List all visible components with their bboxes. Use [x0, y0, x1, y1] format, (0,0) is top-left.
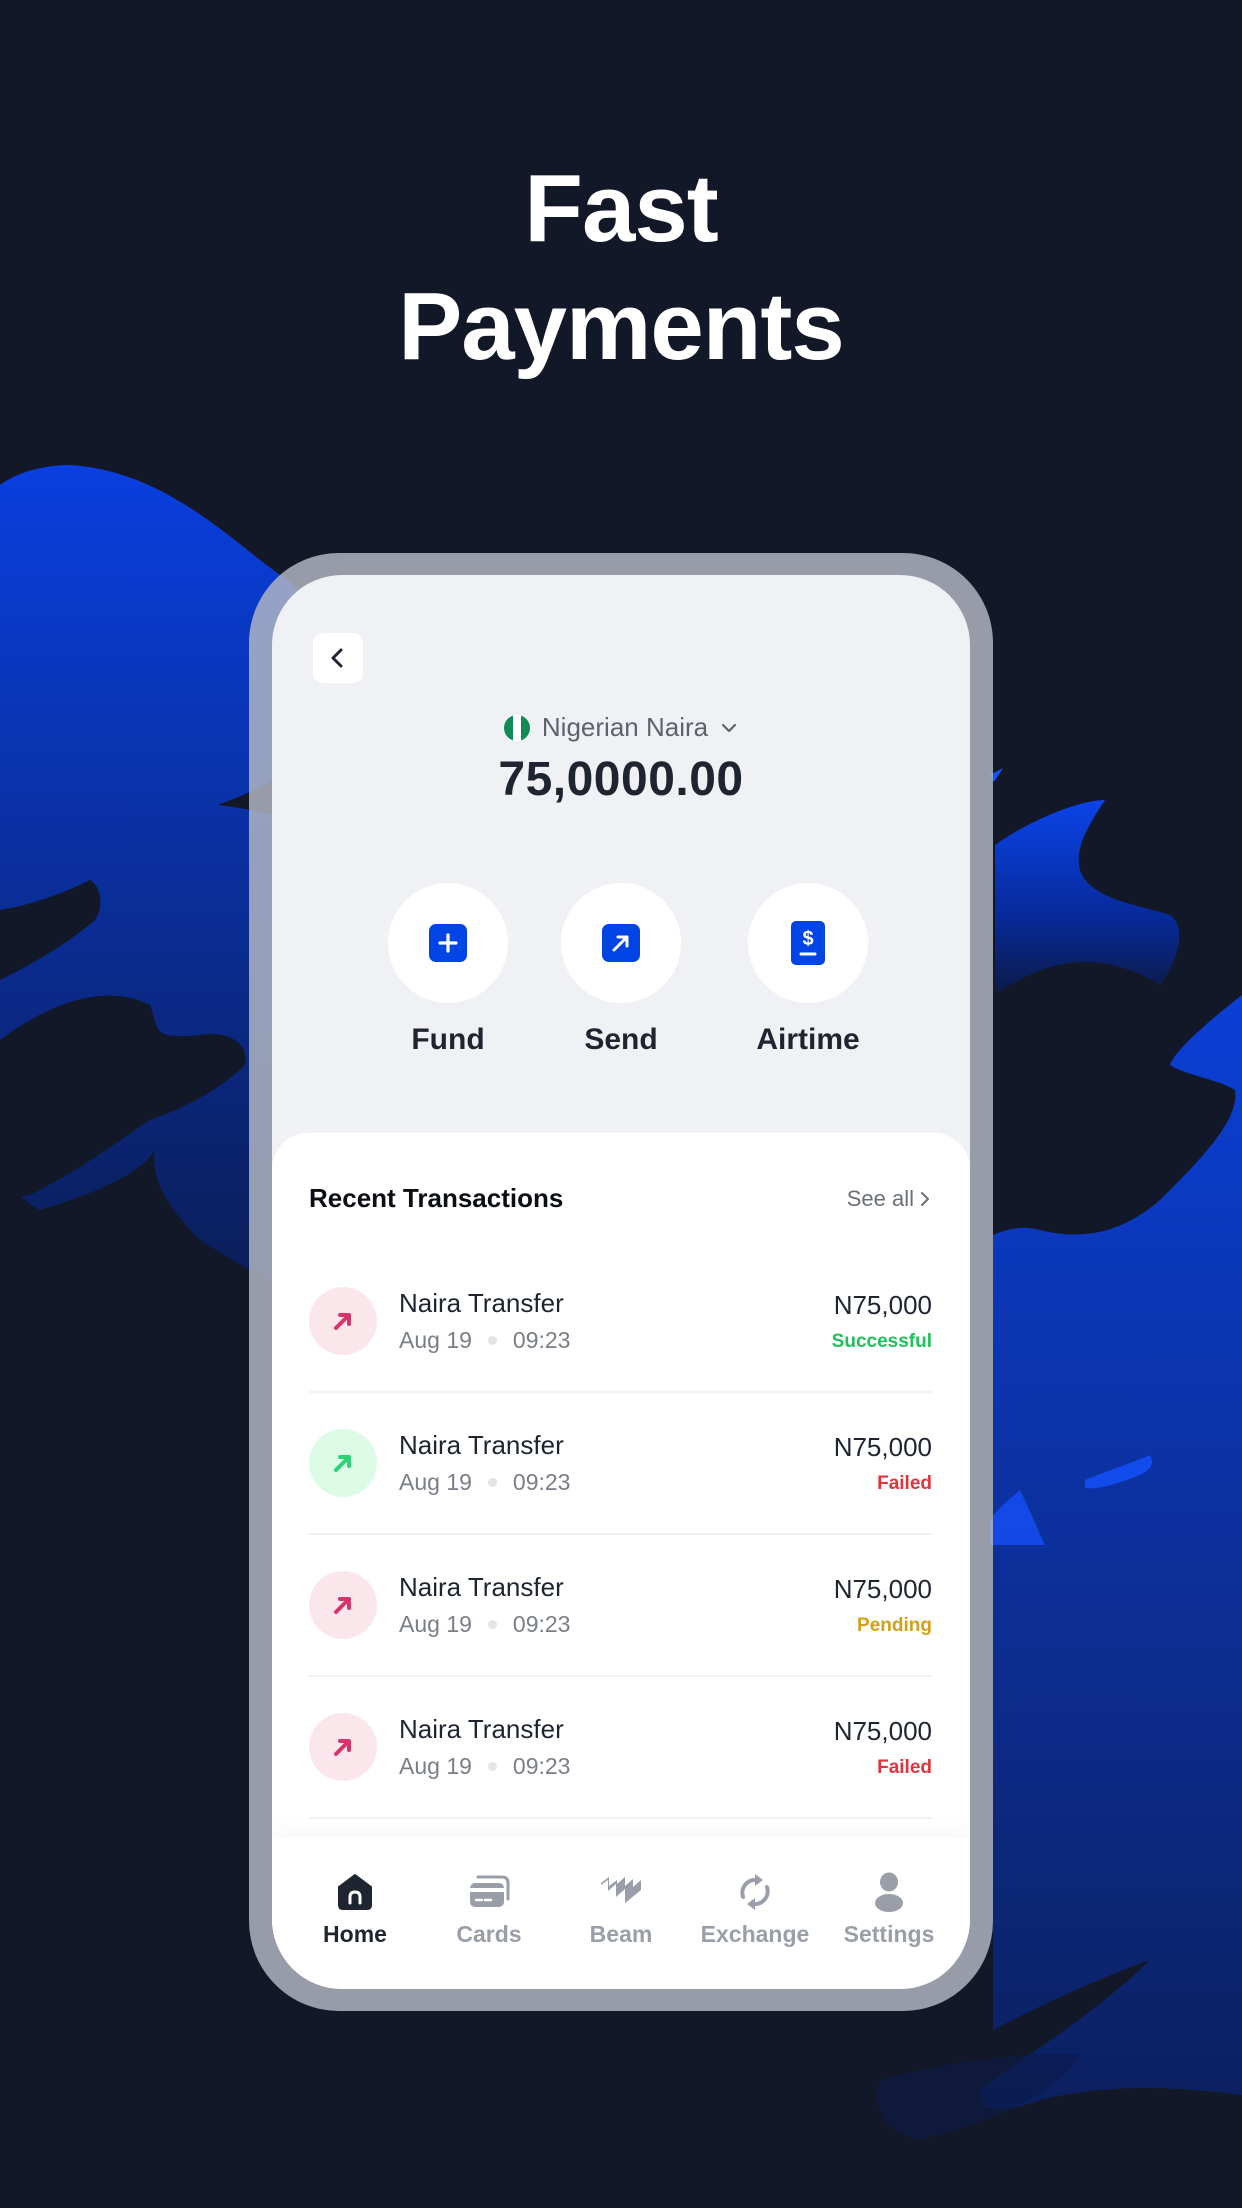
transaction-time: 09:23	[512, 1753, 571, 1779]
send-label: Send	[584, 1023, 658, 1056]
send-button[interactable]: Send	[551, 883, 691, 1057]
separator-dot	[487, 1620, 497, 1629]
separator-dot	[487, 1762, 497, 1771]
transaction-name: Naira Transfer	[399, 1572, 564, 1602]
transaction-meta: Aug 19 09:23	[399, 1753, 834, 1780]
cards-icon	[470, 1875, 510, 1907]
nav-cards[interactable]: Cards	[424, 1871, 554, 1948]
transaction-meta: Aug 19 09:23	[399, 1327, 832, 1354]
exchange-icon	[740, 1874, 770, 1910]
transaction-summary: N75,000 Failed	[834, 1432, 932, 1495]
arrow-up-right-icon	[334, 1313, 351, 1330]
nav-cards-label: Cards	[456, 1921, 522, 1947]
transaction-amount: N75,000	[833, 1573, 932, 1604]
fund-label: Fund	[411, 1023, 485, 1056]
transaction-date: Aug 19	[399, 1753, 472, 1779]
blob-right-upper	[995, 800, 1180, 995]
transaction-name: Naira Transfer	[399, 1430, 564, 1460]
transaction-status: Failed	[877, 1756, 932, 1778]
transaction-row[interactable]: Naira Transfer Aug 19 09:23 N75,000 Failed	[309, 1677, 932, 1819]
transaction-date: Aug 19	[399, 1611, 472, 1637]
transaction-summary: N75,000 Pending	[834, 1574, 932, 1637]
transaction-time: 09:23	[512, 1469, 571, 1495]
plus-icon	[429, 924, 467, 962]
see-all-label: See all	[846, 1185, 914, 1211]
blob-right-lower-cut	[980, 2130, 1242, 2208]
headline-line-2: Payments	[398, 273, 845, 380]
transaction-direction-icon	[309, 1429, 377, 1497]
transaction-status: Successful	[831, 1330, 932, 1352]
currency-selector[interactable]: Nigerian Naira	[272, 712, 970, 743]
transaction-date: Aug 19	[399, 1327, 472, 1353]
transaction-amount: N75,000	[833, 1289, 932, 1320]
transaction-meta: Aug 19 09:23	[399, 1611, 834, 1638]
transaction-time: 09:23	[512, 1611, 571, 1637]
fund-button[interactable]: Fund	[378, 883, 518, 1057]
bottom-nav: Home Cards Beam Exchange Settings	[272, 1837, 970, 1989]
transaction-details: Naira Transfer Aug 19 09:23	[399, 1714, 834, 1780]
headline: Fast Payments	[0, 150, 1242, 386]
transaction-status: Pending	[857, 1614, 932, 1636]
svg-text:$: $	[802, 928, 813, 950]
transaction-amount: N75,000	[833, 1715, 932, 1746]
airtime-button-circle[interactable]: $	[748, 883, 868, 1003]
nav-home-label: Home	[323, 1921, 387, 1947]
transaction-details: Naira Transfer Aug 19 09:23	[399, 1430, 834, 1496]
chevron-right-icon	[921, 1191, 929, 1206]
home-icon	[338, 1874, 372, 1910]
see-all-link[interactable]: See all	[847, 1186, 930, 1212]
chevron-left-icon	[331, 648, 343, 668]
transaction-summary: N75,000 Failed	[834, 1716, 932, 1779]
transaction-direction-icon	[309, 1571, 377, 1639]
transaction-details: Naira Transfer Aug 19 09:23	[399, 1572, 834, 1638]
airtime-button[interactable]: $ Airtime	[738, 883, 878, 1057]
transaction-date: Aug 19	[399, 1469, 472, 1495]
separator-dot	[487, 1478, 497, 1487]
arrow-up-right-icon	[334, 1739, 351, 1756]
back-button[interactable]	[313, 633, 363, 683]
chevron-down-icon	[721, 723, 737, 732]
nigeria-flag-icon	[503, 714, 530, 741]
nav-settings[interactable]: Settings	[824, 1871, 954, 1948]
transaction-name: Naira Transfer	[399, 1714, 564, 1744]
dollar-receipt-icon: $	[791, 921, 825, 965]
transaction-summary: N75,000 Successful	[832, 1290, 932, 1353]
send-button-circle[interactable]	[561, 883, 681, 1003]
transaction-row[interactable]: Naira Transfer Aug 19 09:23 N75,000 Successf…	[309, 1251, 932, 1393]
nav-beam-label: Beam	[589, 1921, 653, 1947]
arrow-up-right-icon	[334, 1597, 351, 1614]
currency-name: Nigerian Naira	[541, 712, 709, 742]
arrow-up-right-icon	[334, 1455, 351, 1472]
transaction-name: Naira Transfer	[399, 1288, 564, 1318]
transaction-meta: Aug 19 09:23	[399, 1469, 834, 1496]
nav-beam[interactable]: Beam	[556, 1871, 686, 1948]
airtime-label: Airtime	[756, 1023, 860, 1056]
user-icon	[875, 1872, 903, 1912]
balance-amount: 75,0000.00	[498, 753, 744, 806]
transaction-time: 09:23	[512, 1327, 571, 1353]
headline-line-1: Fast	[524, 155, 718, 262]
transaction-details: Naira Transfer Aug 19 09:23	[399, 1288, 832, 1354]
nav-exchange-label: Exchange	[700, 1921, 810, 1947]
fund-button-circle[interactable]	[388, 883, 508, 1003]
separator-dot	[487, 1336, 497, 1345]
transactions-header: Recent Transactions See all	[309, 1183, 930, 1214]
nav-home[interactable]: Home	[290, 1871, 420, 1948]
transactions-title: Recent Transactions	[309, 1183, 564, 1213]
nav-exchange[interactable]: Exchange	[690, 1871, 820, 1948]
transaction-status: Failed	[877, 1472, 932, 1494]
transaction-amount: N75,000	[833, 1431, 932, 1462]
transaction-row[interactable]: Naira Transfer Aug 19 09:23 N75,000 Pending	[309, 1535, 932, 1677]
arrow-up-right-icon	[602, 924, 640, 962]
beam-icon	[601, 1877, 641, 1903]
phone-screen: Nigerian Naira 75,0000.00 Fund Send $ Ai…	[272, 575, 970, 1989]
nav-settings-label: Settings	[843, 1921, 935, 1947]
transaction-row[interactable]: Naira Transfer Aug 19 09:23 N75,000 Failed	[309, 1393, 932, 1535]
transaction-direction-icon	[309, 1287, 377, 1355]
transaction-direction-icon	[309, 1713, 377, 1781]
blob-right-lower	[980, 995, 1242, 2109]
